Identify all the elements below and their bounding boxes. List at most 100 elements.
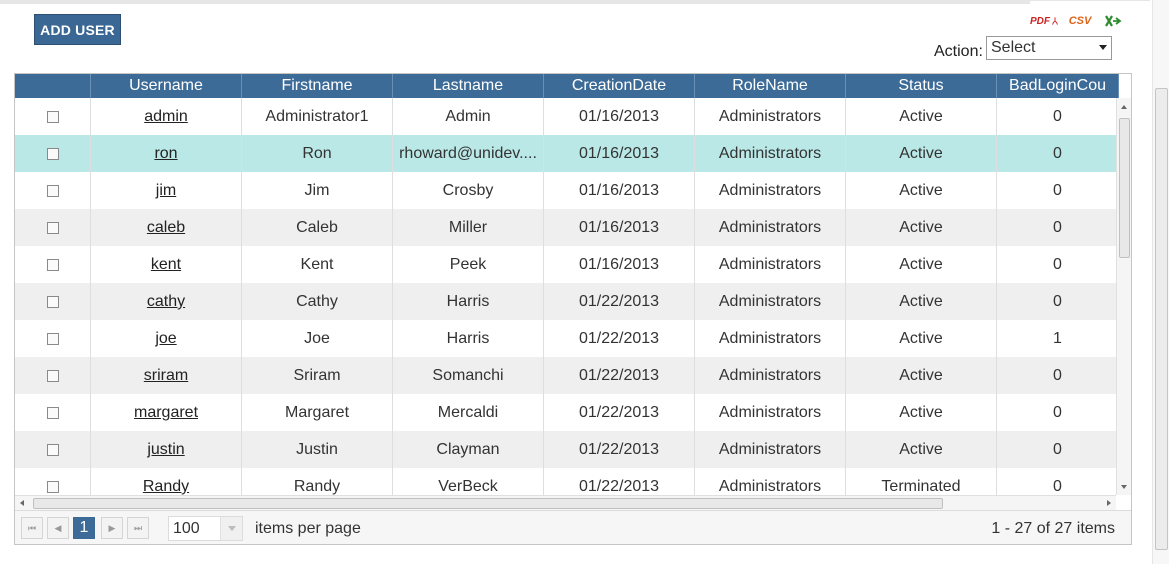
cell-badlogincount: 0 — [997, 468, 1116, 495]
cell-firstname: Caleb — [242, 209, 393, 246]
column-header-creationdate[interactable]: CreationDate — [544, 74, 695, 98]
username-link[interactable]: admin — [91, 98, 242, 135]
row-checkbox[interactable] — [46, 110, 59, 123]
column-header-username[interactable]: Username — [91, 74, 242, 98]
cell-creationdate: 01/16/2013 — [544, 98, 695, 135]
cell-firstname: Margaret — [242, 394, 393, 431]
last-page-icon[interactable]: ⏭ — [127, 517, 149, 539]
grid-vertical-scrollbar[interactable] — [1116, 98, 1131, 495]
grid-header: Username Firstname Lastname CreationDate Rol… — [15, 74, 1119, 98]
row-checkbox[interactable] — [46, 184, 59, 197]
cell-rolename: Administrators — [695, 320, 846, 357]
scroll-right-icon[interactable] — [1107, 500, 1111, 506]
action-select[interactable]: Select — [986, 36, 1112, 60]
action-select-value: Select — [991, 39, 1036, 56]
column-header-status[interactable]: Status — [846, 74, 997, 98]
page-size-value: 100 — [173, 519, 200, 537]
username-link[interactable]: jim — [91, 172, 242, 209]
cell-rolename: Administrators — [695, 468, 846, 495]
username-link[interactable]: justin — [91, 431, 242, 468]
cell-status: Active — [846, 209, 997, 246]
row-checkbox-cell — [15, 320, 91, 357]
column-header-firstname[interactable]: Firstname — [242, 74, 393, 98]
row-checkbox[interactable] — [46, 443, 59, 456]
row-checkbox[interactable] — [46, 332, 59, 345]
username-link[interactable]: sriram — [91, 357, 242, 394]
cell-firstname: Randy — [242, 468, 393, 495]
cell-lastname: Peek — [393, 246, 544, 283]
page-scroll-thumb[interactable] — [1155, 88, 1168, 550]
table-row[interactable]: jim Jim Crosby 01/16/2013 Administrators Acti… — [15, 172, 1116, 209]
username-link[interactable]: Randy — [91, 468, 242, 495]
table-row[interactable]: joe Joe Harris 01/22/2013 Administrators Acti… — [15, 320, 1116, 357]
first-page-icon[interactable]: ⏮ — [21, 517, 43, 539]
excel-export-icon[interactable] — [1103, 12, 1123, 30]
username-link[interactable]: cathy — [91, 283, 242, 320]
table-row[interactable]: ron Ron rhoward@unidev.... 01/16/2013 Admini… — [15, 135, 1116, 172]
row-checkbox[interactable] — [46, 369, 59, 382]
table-row[interactable]: caleb Caleb Miller 01/16/2013 Administrators… — [15, 209, 1116, 246]
cell-creationdate: 01/22/2013 — [544, 357, 695, 394]
table-row[interactable]: justin Justin Clayman 01/22/2013 Administrat… — [15, 431, 1116, 468]
cell-rolename: Administrators — [695, 98, 846, 135]
cell-firstname: Administrator1 — [242, 98, 393, 135]
table-row[interactable]: kent Kent Peek 01/16/2013 Administrators Acti… — [15, 246, 1116, 283]
pager: ⏮ ◀ 1 ▶ ⏭ 100 items per page 1 - 27 of 2… — [15, 510, 1131, 544]
cell-lastname: Crosby — [393, 172, 544, 209]
cell-creationdate: 01/22/2013 — [544, 468, 695, 495]
cell-badlogincount: 0 — [997, 172, 1116, 209]
row-checkbox[interactable] — [46, 221, 59, 234]
column-header-badlogincount[interactable]: BadLoginCou — [997, 74, 1119, 98]
cell-lastname: rhoward@unidev.... — [393, 135, 544, 172]
cell-status: Active — [846, 394, 997, 431]
row-checkbox-cell — [15, 431, 91, 468]
username-link[interactable]: kent — [91, 246, 242, 283]
column-header-select[interactable] — [15, 74, 91, 98]
grid-horizontal-scrollbar[interactable] — [15, 495, 1116, 510]
row-checkbox[interactable] — [46, 258, 59, 271]
current-page-button[interactable]: 1 — [73, 517, 95, 539]
scroll-thumb-horizontal[interactable] — [33, 498, 943, 509]
row-checkbox[interactable] — [46, 406, 59, 419]
row-checkbox[interactable] — [46, 480, 59, 493]
prev-page-icon[interactable]: ◀ — [47, 517, 69, 539]
csv-export-icon[interactable]: CSV — [1068, 12, 1092, 30]
cell-status: Active — [846, 431, 997, 468]
scroll-down-icon[interactable] — [1121, 485, 1127, 489]
next-page-icon[interactable]: ▶ — [101, 517, 123, 539]
table-row[interactable]: cathy Cathy Harris 01/22/2013 Administrators… — [15, 283, 1116, 320]
cell-badlogincount: 0 — [997, 135, 1116, 172]
column-header-lastname[interactable]: Lastname — [393, 74, 544, 98]
cell-lastname: Admin — [393, 98, 544, 135]
scroll-up-icon[interactable] — [1121, 105, 1127, 109]
table-row[interactable]: margaret Margaret Mercaldi 01/22/2013 Admini… — [15, 394, 1116, 431]
grid-body: admin Administrator1 Admin 01/16/2013 Admini… — [15, 98, 1116, 495]
username-link[interactable]: ron — [91, 135, 242, 172]
row-checkbox-cell — [15, 246, 91, 283]
table-row[interactable]: Randy Randy VerBeck 01/22/2013 Administrator… — [15, 468, 1116, 495]
cell-badlogincount: 0 — [997, 431, 1116, 468]
cell-lastname: Miller — [393, 209, 544, 246]
username-link[interactable]: joe — [91, 320, 242, 357]
chevron-down-icon — [1099, 45, 1107, 50]
scroll-left-icon[interactable] — [20, 500, 24, 506]
row-checkbox-cell — [15, 357, 91, 394]
page-vertical-scrollbar[interactable] — [1152, 0, 1169, 564]
username-link[interactable]: caleb — [91, 209, 242, 246]
column-header-rolename[interactable]: RoleName — [695, 74, 846, 98]
table-row[interactable]: sriram Sriram Somanchi 01/22/2013 Administra… — [15, 357, 1116, 394]
row-checkbox-cell — [15, 135, 91, 172]
table-row[interactable]: admin Administrator1 Admin 01/16/2013 Admini… — [15, 98, 1116, 135]
cell-rolename: Administrators — [695, 135, 846, 172]
cell-rolename: Administrators — [695, 172, 846, 209]
chevron-down-icon[interactable] — [220, 517, 242, 540]
add-user-button[interactable]: ADD USER — [34, 14, 121, 45]
pager-range-text: 1 - 27 of 27 items — [991, 520, 1115, 537]
username-link[interactable]: margaret — [91, 394, 242, 431]
pdf-export-icon[interactable]: PDF — [1030, 12, 1058, 30]
scroll-thumb[interactable] — [1119, 118, 1130, 258]
cell-creationdate: 01/16/2013 — [544, 172, 695, 209]
page-size-select[interactable]: 100 — [168, 516, 243, 541]
row-checkbox[interactable] — [46, 295, 59, 308]
row-checkbox[interactable] — [46, 147, 59, 160]
